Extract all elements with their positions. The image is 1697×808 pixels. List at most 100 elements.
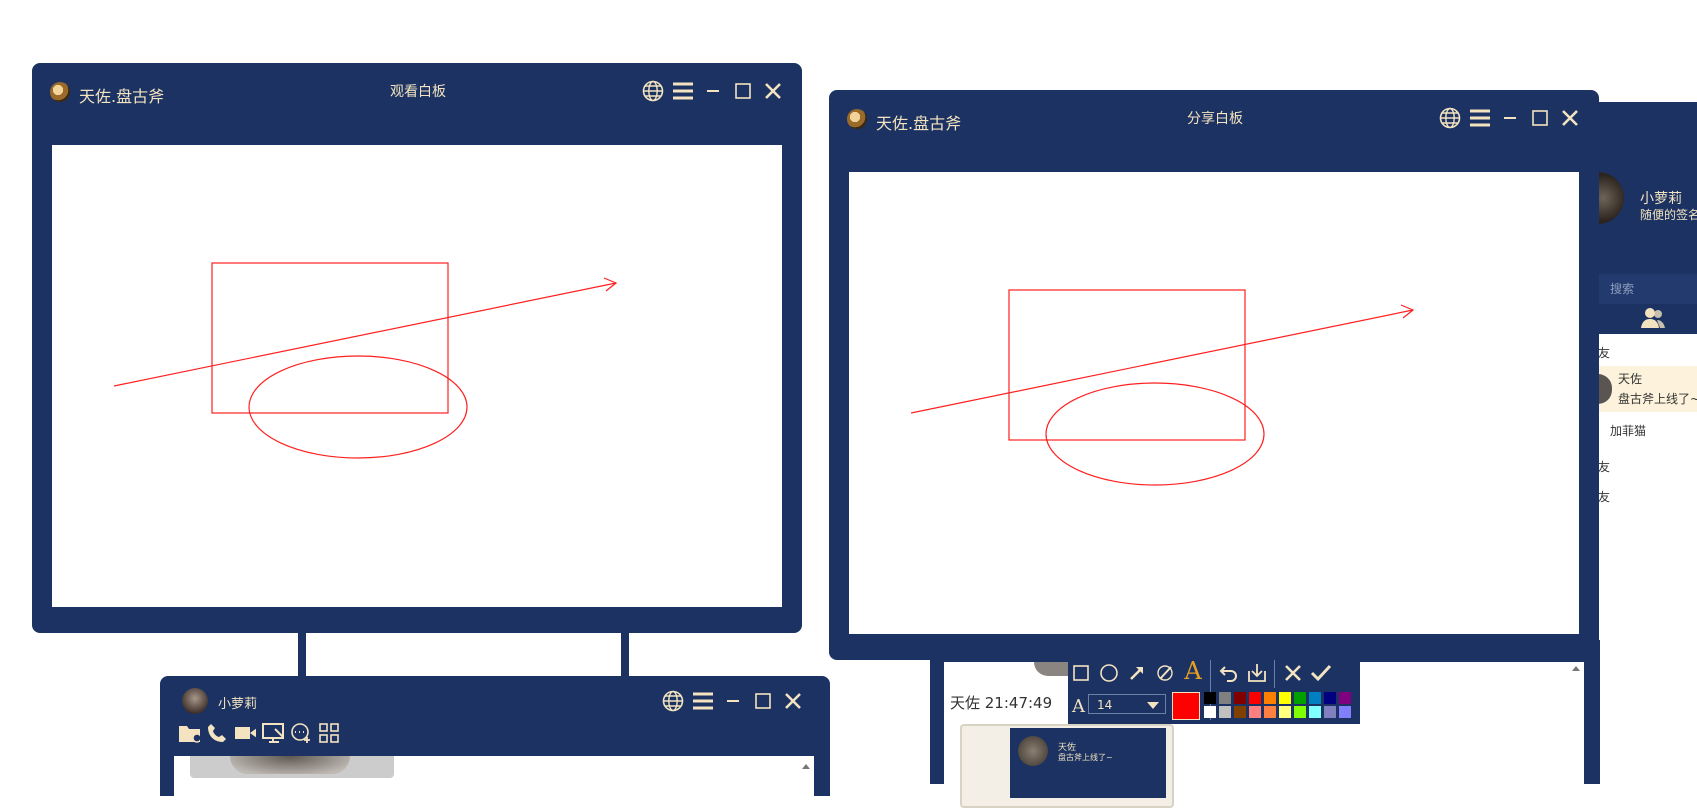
chat-content bbox=[174, 756, 814, 796]
color-swatch[interactable] bbox=[1324, 706, 1336, 718]
color-swatch[interactable] bbox=[1264, 692, 1276, 704]
user-signature[interactable]: 随便的签名 bbox=[1640, 206, 1697, 223]
drawing-toolbar: A A 14 bbox=[1068, 656, 1360, 724]
close-icon[interactable] bbox=[782, 690, 804, 712]
chevron-down-icon bbox=[1147, 702, 1159, 709]
share-window-title: 分享白板 bbox=[1187, 111, 1243, 127]
minimize-icon[interactable] bbox=[1499, 107, 1521, 129]
app-logo bbox=[847, 109, 867, 129]
rectangle-icon[interactable] bbox=[1070, 662, 1092, 684]
cancel-icon[interactable] bbox=[1282, 662, 1304, 684]
share-app-name: 天佐.盘古斧 bbox=[876, 114, 962, 133]
scrollbar-up-arrow[interactable] bbox=[802, 764, 810, 769]
user-name: 小萝莉 bbox=[1640, 191, 1682, 207]
color-swatch[interactable] bbox=[1309, 692, 1321, 704]
drawn-ellipse bbox=[248, 355, 468, 459]
font-size-select[interactable]: 14 bbox=[1088, 694, 1166, 714]
globe-icon[interactable] bbox=[1439, 107, 1461, 129]
color-swatch[interactable] bbox=[1234, 706, 1246, 718]
maximize-icon[interactable] bbox=[752, 690, 774, 712]
confirm-icon[interactable] bbox=[1310, 662, 1332, 684]
chat-add-icon[interactable] bbox=[290, 722, 312, 744]
close-icon[interactable] bbox=[762, 80, 784, 102]
color-swatch[interactable] bbox=[1249, 706, 1261, 718]
save-icon[interactable] bbox=[1246, 662, 1268, 684]
share-titlebar[interactable]: 天佐.盘古斧 分享白板 bbox=[829, 90, 1599, 146]
menu-icon[interactable] bbox=[672, 80, 694, 102]
message-timestamp: 天佐 21:47:49 bbox=[950, 694, 1053, 712]
scrollbar-up-arrow[interactable] bbox=[1572, 666, 1580, 671]
color-swatch[interactable] bbox=[1324, 692, 1336, 704]
screen-share-icon[interactable] bbox=[262, 722, 284, 744]
color-swatch[interactable] bbox=[1309, 706, 1321, 718]
color-swatch[interactable] bbox=[1219, 692, 1231, 704]
contacts-tab-icon[interactable] bbox=[1640, 306, 1666, 330]
chat-image-message[interactable] bbox=[190, 756, 394, 778]
contact-list: 友 天佐 盘古斧上线了~ 加菲猫 友 友 bbox=[1598, 334, 1697, 592]
globe-icon[interactable] bbox=[662, 690, 684, 712]
color-swatch[interactable] bbox=[1219, 706, 1231, 718]
text-icon[interactable]: A bbox=[1182, 657, 1204, 685]
color-swatch[interactable] bbox=[1279, 706, 1291, 718]
color-swatch[interactable] bbox=[1234, 692, 1246, 704]
avatar bbox=[1018, 736, 1048, 766]
video-icon[interactable] bbox=[234, 722, 256, 744]
viewer-whiteboard-canvas[interactable] bbox=[52, 145, 782, 607]
apps-icon[interactable] bbox=[318, 722, 340, 744]
ellipse-icon[interactable] bbox=[1098, 662, 1120, 684]
font-icon: A bbox=[1072, 696, 1085, 717]
chat-window: 小萝莉 bbox=[160, 676, 830, 796]
share-whiteboard-canvas[interactable] bbox=[849, 172, 1579, 634]
list-group-2[interactable]: 友 bbox=[1598, 458, 1610, 475]
maximize-icon[interactable] bbox=[732, 80, 754, 102]
viewer-window-title: 观看白板 bbox=[390, 84, 446, 100]
color-swatch[interactable] bbox=[1249, 692, 1261, 704]
contact-avatar[interactable] bbox=[182, 688, 208, 714]
menu-icon[interactable] bbox=[692, 690, 714, 712]
close-icon[interactable] bbox=[1559, 107, 1581, 129]
color-swatch[interactable] bbox=[1204, 692, 1216, 704]
list-group-1[interactable]: 友 bbox=[1598, 344, 1610, 361]
menu-icon[interactable] bbox=[1469, 107, 1491, 129]
maximize-icon[interactable] bbox=[1529, 107, 1551, 129]
app-logo bbox=[50, 82, 70, 102]
chat-window-controls bbox=[662, 690, 804, 712]
drawn-arrow bbox=[910, 309, 1414, 414]
chat-toolbar bbox=[178, 722, 340, 746]
viewer-window: 天佐.盘古斧 观看白板 bbox=[32, 63, 802, 633]
phone-icon[interactable] bbox=[206, 722, 228, 744]
arrow-icon[interactable] bbox=[1126, 662, 1148, 684]
minimize-icon[interactable] bbox=[722, 690, 744, 712]
window-connector bbox=[621, 630, 629, 680]
list-item[interactable]: 天佐 盘古斧上线了~ bbox=[1598, 366, 1697, 412]
folder-icon[interactable] bbox=[178, 722, 200, 744]
globe-icon[interactable] bbox=[642, 80, 664, 102]
window-connector bbox=[298, 630, 306, 680]
color-swatch[interactable] bbox=[1339, 692, 1351, 704]
font-size-value: 14 bbox=[1097, 698, 1113, 712]
toolbar-divider bbox=[1274, 660, 1275, 688]
user-avatar[interactable] bbox=[1598, 172, 1624, 224]
color-swatch[interactable] bbox=[1294, 706, 1306, 718]
share-window: 天佐.盘古斧 分享白板 bbox=[829, 90, 1599, 660]
search-input[interactable] bbox=[1598, 274, 1697, 304]
current-color[interactable] bbox=[1172, 692, 1200, 720]
color-swatch[interactable] bbox=[1339, 706, 1351, 718]
list-group-3[interactable]: 友 bbox=[1598, 488, 1610, 505]
color-swatch[interactable] bbox=[1204, 706, 1216, 718]
brush-icon[interactable] bbox=[1154, 662, 1176, 684]
avatar bbox=[1598, 374, 1612, 404]
main-panel: 小萝莉 随便的签名 友 天佐 盘古斧上线了~ 加菲猫 友 友 bbox=[1598, 102, 1697, 592]
text-tool-label: A bbox=[1184, 657, 1202, 685]
color-swatch[interactable] bbox=[1264, 706, 1276, 718]
drawn-ellipse bbox=[1045, 382, 1265, 486]
color-swatch[interactable] bbox=[1279, 692, 1291, 704]
drawn-rectangle bbox=[1008, 289, 1246, 441]
viewer-titlebar[interactable]: 天佐.盘古斧 观看白板 bbox=[32, 63, 802, 119]
undo-icon[interactable] bbox=[1218, 662, 1240, 684]
share-window-controls bbox=[1439, 107, 1581, 129]
color-swatch[interactable] bbox=[1294, 692, 1306, 704]
shared-screenshot-card[interactable]: 天佐 盘古斧上线了~ bbox=[1010, 728, 1166, 798]
minimize-icon[interactable] bbox=[702, 80, 724, 102]
list-item-garfield[interactable]: 加菲猫 bbox=[1610, 422, 1646, 439]
